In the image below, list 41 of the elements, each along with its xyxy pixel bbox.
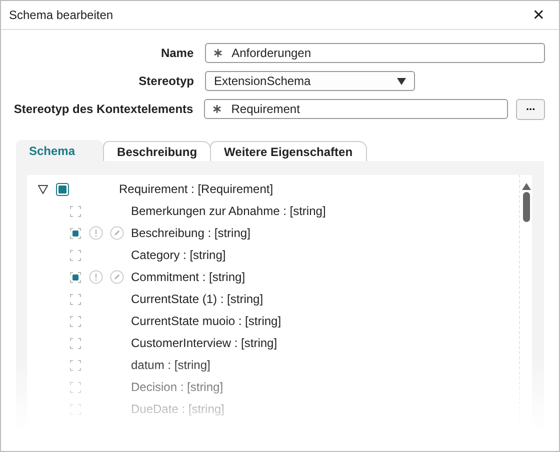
caret-icon <box>397 78 406 84</box>
pen-icon[interactable] <box>110 226 124 240</box>
scroll-up-icon[interactable] <box>522 183 530 190</box>
collapse-icon[interactable] <box>38 184 48 194</box>
exclamation-icon[interactable] <box>89 270 103 284</box>
tree-item[interactable]: Category : [string] <box>131 248 226 262</box>
checkbox[interactable] <box>70 228 81 238</box>
checkbox[interactable] <box>70 206 81 216</box>
tree-item[interactable]: Requirement : [Requirement] <box>119 182 274 196</box>
tree-item[interactable]: CurrentState muoio : [string] <box>131 314 282 328</box>
checkbox[interactable] <box>70 382 81 392</box>
checkbox[interactable] <box>70 272 81 282</box>
tree-item[interactable]: Bemerkungen zur Abnahme : [string] <box>131 204 326 218</box>
checkbox[interactable] <box>56 182 69 196</box>
field-label: Stereotyp <box>138 74 195 88</box>
tree-item[interactable]: datum : [string] <box>131 358 210 372</box>
text-field[interactable]: Requirement <box>204 99 508 119</box>
stereotype-dropdown[interactable]: ExtensionSchema <box>205 71 415 91</box>
tab[interactable]: Beschreibung <box>103 141 212 161</box>
scroll-thumb[interactable] <box>522 192 530 222</box>
tree-item[interactable]: CurrentState (1) : [string] <box>131 292 264 306</box>
text-field[interactable]: Anforderungen <box>204 43 545 63</box>
browse-button[interactable]: ... <box>516 98 545 120</box>
field-label: Stereotyp des Kontextelements <box>12 102 194 116</box>
field-label: Name <box>160 46 195 60</box>
checkbox[interactable] <box>70 294 81 304</box>
checkbox[interactable] <box>70 250 81 260</box>
checkbox[interactable] <box>70 404 81 414</box>
close-button[interactable]: ✕ <box>526 4 551 26</box>
tree-item[interactable]: CustomerInterview : [string] <box>131 336 278 350</box>
exclamation-icon[interactable] <box>89 226 103 240</box>
tab[interactable]: Weitere Eigenschaften <box>210 141 367 161</box>
tree-item[interactable]: Beschreibung : [string] <box>131 226 250 240</box>
checkbox[interactable] <box>70 316 81 326</box>
pen-icon[interactable] <box>110 270 124 284</box>
window-title: Schema bearbeiten <box>9 8 114 22</box>
checkbox[interactable] <box>70 360 81 370</box>
tree-item[interactable]: Decision : [string] <box>131 380 224 394</box>
tree-item[interactable]: Commitment : [string] <box>131 270 246 284</box>
checkbox[interactable] <box>70 338 81 348</box>
tab[interactable]: Schema <box>16 140 104 161</box>
